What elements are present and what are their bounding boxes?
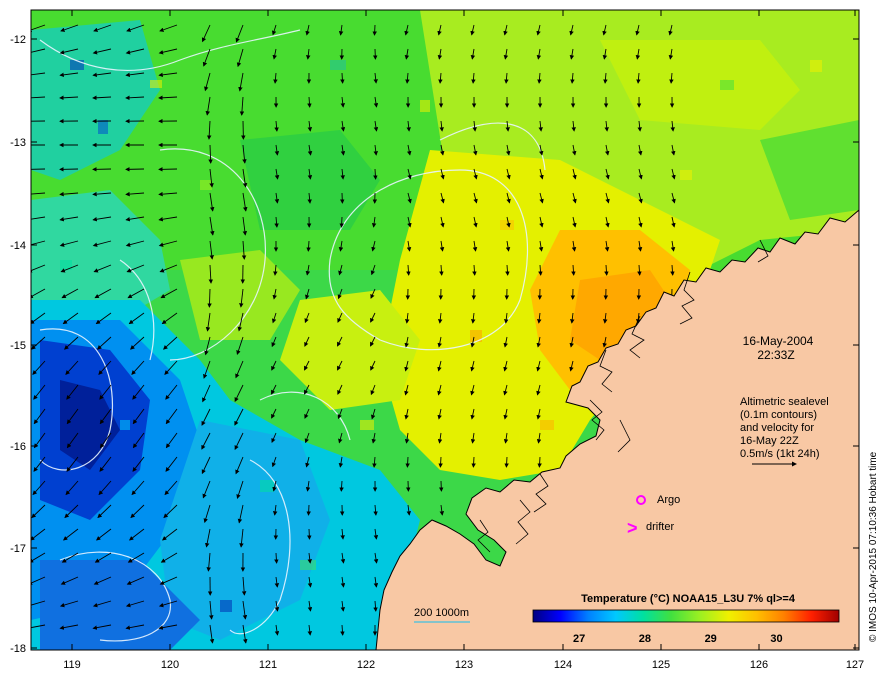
lon-tick-label: 124: [554, 659, 572, 671]
drifter-marker: >: [627, 518, 638, 538]
lon-tick-label: 120: [161, 659, 179, 671]
colorbar-title: Temperature (°C) NOAA15_L3U 7% ql>=4: [581, 593, 796, 605]
lat-tick-label: -16: [10, 441, 26, 453]
time-label: 22:33Z: [757, 348, 794, 362]
velocity-arrow: [207, 288, 212, 308]
velocity-arrow: [372, 24, 377, 36]
lon-tick-label: 122: [357, 659, 375, 671]
velocity-arrow: [339, 216, 344, 228]
depth-label: 200 1000m: [414, 607, 469, 619]
drifter-label: drifter: [646, 521, 674, 533]
altimetry-line-3: and velocity for: [740, 422, 814, 434]
lat-tick-label: -13: [10, 137, 26, 149]
colorbar-tick-label: 28: [639, 633, 651, 645]
velocity-arrow: [306, 504, 311, 516]
lon-tick-label: 121: [259, 659, 277, 671]
lon-tick-label: 127: [846, 659, 864, 671]
velocity-arrow: [537, 456, 542, 468]
altimetry-line-2: (0.1m contours): [740, 409, 817, 421]
lat-tick-label: -17: [10, 543, 26, 555]
velocity-arrow: [504, 456, 509, 468]
lat-tick-label: -15: [10, 340, 26, 352]
altimetry-line-1: Altimetric sealevel: [740, 396, 829, 408]
lon-tick-label: 126: [750, 659, 768, 671]
date-label: 16-May-2004: [743, 334, 814, 348]
lon-tick-label: 123: [455, 659, 473, 671]
credit-text: © IMOS 10-Apr-2015 07:10:36 Hobart time: [868, 451, 879, 642]
velocity-arrow: [471, 456, 476, 468]
velocity-arrow: [405, 456, 410, 468]
longitude-axis: 119 120 121 122 123 124 125 126 127: [63, 659, 864, 671]
colorbar-gradient: [532, 609, 840, 623]
latitude-axis: -12 -13 -14 -15 -16 -17 -18: [10, 34, 26, 655]
lon-tick-label: 125: [652, 659, 670, 671]
sst-map-figure: 119 120 121 122 123 124 125 126 127 -12 …: [10, 9, 879, 671]
lon-tick-label: 119: [63, 659, 81, 671]
velocity-arrow: [307, 528, 312, 540]
colorbar-tick-label: 27: [573, 633, 585, 645]
velocity-arrow: [274, 552, 279, 564]
velocity-arrow: [373, 168, 378, 180]
argo-label: Argo: [657, 494, 680, 506]
velocity-arrow: [340, 72, 345, 84]
colorbar-tick-label: 29: [705, 633, 717, 645]
altimetry-line-4: 16-May 22Z: [740, 435, 799, 447]
lat-tick-label: -18: [10, 643, 26, 655]
velocity-arrow: [438, 456, 443, 468]
lat-tick-label: -12: [10, 34, 26, 46]
colorbar-tick-label: 30: [770, 633, 782, 645]
altimetry-line-5: 0.5m/s (1kt 24h): [740, 448, 819, 460]
lat-tick-label: -14: [10, 240, 26, 252]
